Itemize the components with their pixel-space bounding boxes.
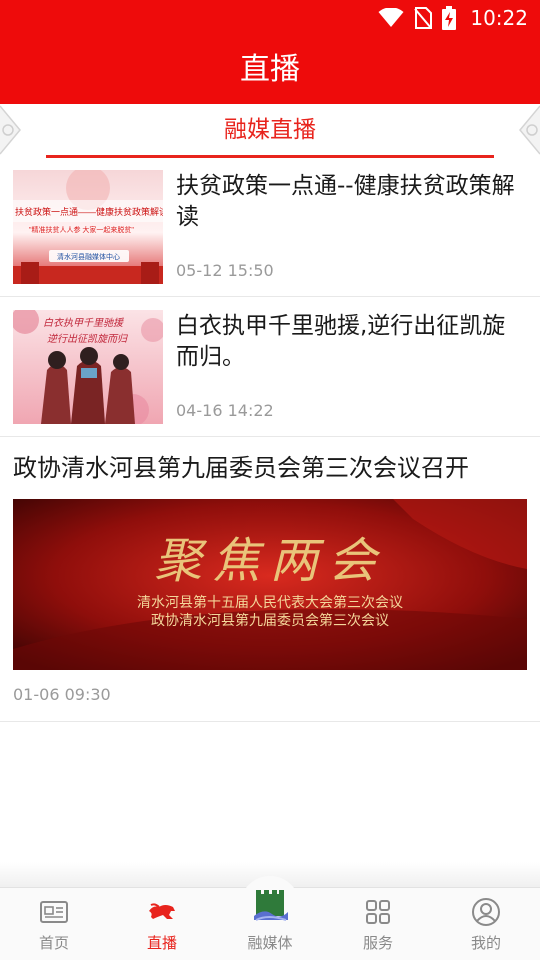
nav-item-live[interactable]: 直播 [108, 888, 216, 960]
thumbnail-caption: 逆行出征凯旋而归 [47, 333, 128, 345]
media-logo-icon[interactable] [250, 886, 290, 926]
news-time: 05-12 15:50 [176, 261, 274, 280]
grid-icon [366, 900, 390, 924]
thumbnail-caption: 扶贫政策一点通——健康扶贫政策解读 [15, 206, 163, 217]
nav-label: 首页 [38, 934, 69, 952]
nav-item-service[interactable]: 服务 [324, 888, 432, 960]
nav-label: 我的 [470, 934, 501, 952]
featured-time: 01-06 09:30 [13, 685, 111, 704]
tab-rongmei-live[interactable]: 融媒直播 [0, 114, 540, 146]
corner-ornament-icon [519, 105, 540, 155]
list-item[interactable]: 白衣执甲千里驰援 逆行出征凯旋而归 白衣执甲千里驰援,逆行出征凯旋而归。 04-… [0, 297, 540, 437]
news-title: 白衣执甲千里驰援,逆行出征凯旋而归。 [176, 313, 506, 370]
thumbnail-caption: "精准扶贫人人参 大家一起来脱贫" [29, 225, 134, 234]
nav-item-home[interactable]: 首页 [0, 888, 108, 960]
featured-title: 政协清水河县第九届委员会第三次会议召开 [13, 454, 469, 482]
nav-item-mine[interactable]: 我的 [432, 888, 540, 960]
banner-headline: 聚焦两会 [154, 535, 386, 588]
status-bar: 10:22 [0, 0, 540, 36]
news-title: 扶贫政策一点通--健康扶贫政策解读 [176, 173, 515, 230]
thumbnail-caption: 白衣执甲千里驰援 [43, 317, 125, 329]
horse-icon [149, 903, 175, 919]
user-icon [472, 898, 500, 926]
nav-label: 融媒体 [247, 934, 293, 952]
featured-banner: 聚焦两会 清水河县第十五届人民代表大会第三次会议 政协清水河县第九届委员会第三次… [13, 499, 527, 670]
news-thumbnail: 白衣执甲千里驰援 逆行出征凯旋而归 [13, 310, 163, 424]
news-time: 04-16 14:22 [176, 401, 274, 420]
corner-ornament-icon [0, 105, 21, 155]
wifi-icon [378, 8, 404, 27]
nav-label: 服务 [362, 934, 393, 952]
banner-caption: 清水河县第十五届人民代表大会第三次会议 [137, 594, 403, 610]
section-tab-bar: 融媒直播 [0, 104, 540, 160]
nav-label: 直播 [146, 934, 177, 952]
news-thumbnail: 扶贫政策一点通——健康扶贫政策解读 "精准扶贫人人参 大家一起来脱贫" 清水河县… [13, 170, 163, 284]
page-title: 直播 [240, 52, 300, 87]
list-item[interactable]: 扶贫政策一点通——健康扶贫政策解读 "精准扶贫人人参 大家一起来脱贫" 清水河县… [0, 157, 540, 297]
status-time: 10:22 [470, 6, 528, 30]
news-icon [40, 901, 68, 923]
app-header: 10:22 直播 [0, 0, 540, 104]
status-icons: 10:22 [378, 6, 528, 30]
featured-item[interactable]: 政协清水河县第九届委员会第三次会议召开 聚焦两会 清水河县第十五届人民代表大会第… [0, 437, 540, 722]
banner-caption: 政协清水河县第九届委员会第三次会议 [151, 612, 389, 628]
thumbnail-caption: 清水河县融媒体中心 [57, 252, 120, 261]
battery-charging-icon [442, 6, 457, 30]
no-sim-icon [414, 7, 433, 29]
